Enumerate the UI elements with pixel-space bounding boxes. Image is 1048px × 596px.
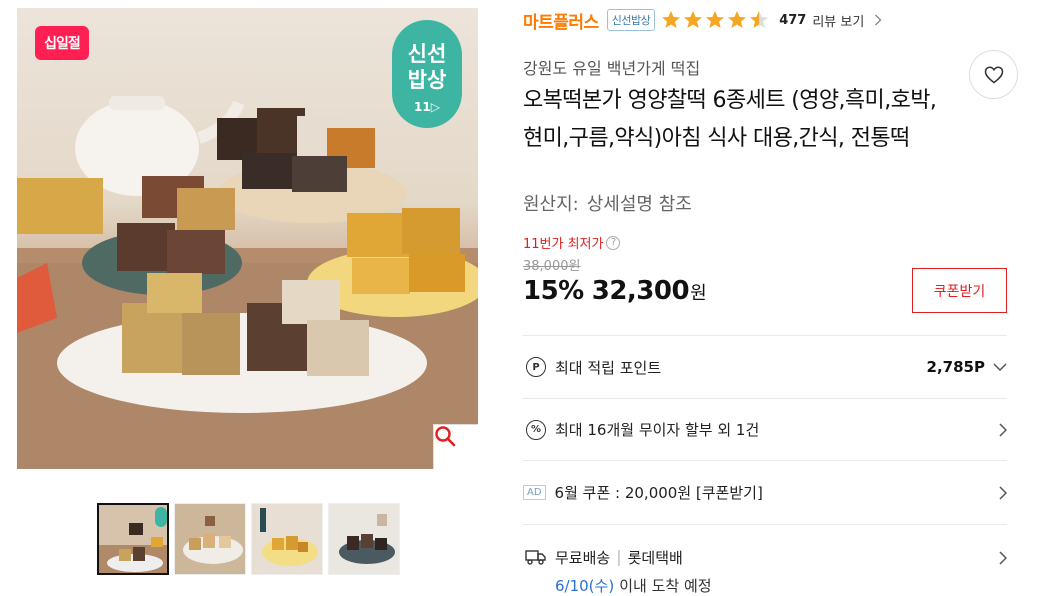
chevron-right-icon[interactable] [874,11,882,30]
thumbnail-2[interactable] [174,503,246,575]
origin-row: 원산지: 상세설명 참조 [523,190,692,216]
chevron-right-icon[interactable] [999,485,1007,500]
seller-tag: 신선밥상 [606,9,656,31]
ad-coupon-label: 6월 쿠폰 : 20,000원 [쿠폰받기] [554,484,763,502]
ad-coupon-right [999,485,1007,500]
points-value: 2,785P [926,358,985,376]
truck-icon [525,550,546,565]
price-unit: 원 [690,283,707,304]
thumbnail-image [99,505,167,573]
percent-icon: % [526,419,546,440]
price-row: 15% 32,300 원 [523,276,707,306]
thumbnail-strip [97,503,400,575]
coupon-download-button[interactable]: 쿠폰받기 [912,268,1007,313]
carrier-label: 롯데택배 [627,549,683,567]
installment-right [999,422,1007,437]
original-price: 38,000원 [523,259,581,274]
installment-label: 최대 16개월 무이자 할부 외 1건 [555,421,760,439]
discount-rate: 15% [523,276,584,306]
points-label: 최대 적립 포인트 [555,358,662,377]
thumbnail-1[interactable] [97,503,169,575]
product-title: 오복떡본가 영양찰떡 6종세트 (영양,흑미,호박,현미,구름,약식)아침 식사… [523,88,937,151]
points-right: 2,785P [927,358,1007,376]
review-link[interactable]: 리뷰 보기 [812,11,864,30]
lowest-price-label-row: 11번가 최저가 ? [523,233,621,252]
wishlist-button[interactable] [969,50,1018,99]
search-icon [435,426,456,447]
thumbnail-image [175,504,245,574]
thumbnail-image [329,504,399,574]
seller-name-link[interactable]: 마트플러스 [523,8,599,33]
ad-tag: AD [523,485,546,500]
heart-icon [984,65,1003,83]
review-count[interactable]: 477 [779,13,806,28]
star-rating-icon [662,11,769,28]
rating-stars [661,10,771,30]
chevron-right-icon[interactable] [999,551,1007,565]
point-icon: P [526,357,546,377]
sale-price: 32,300 [591,276,690,306]
separator: | [616,547,622,566]
origin-value: 상세설명 참조 [586,194,692,215]
thumbnail-3[interactable] [251,503,323,575]
zoom-button[interactable] [433,424,478,469]
thumbnail-image [252,504,322,574]
chevron-down-icon[interactable] [993,363,1007,371]
question-icon[interactable]: ? [606,235,621,250]
chevron-right-icon[interactable] [999,422,1007,437]
brand-badge: 신선 밥상 11▷ [392,20,462,128]
brand-badge-line3: 11▷ [414,100,440,114]
arrival-date: 6/10(수) [555,577,615,595]
lowest-price-label: 11번가 최저가 [523,237,604,252]
installment-row[interactable]: % 최대 16개월 무이자 할부 외 1건 [523,398,1007,460]
seller-row: 마트플러스 신선밥상 477 리뷰 보기 [523,8,882,33]
ad-coupon-row[interactable]: AD 6월 쿠폰 : 20,000원 [쿠폰받기] [523,460,1007,524]
shipping-label: 무료배송 [555,549,611,567]
delivery-date: 6/10(수) 이내 도착 예정 [555,575,712,596]
main-product-image[interactable]: 십일절 신선 밥상 11▷ [17,8,478,469]
sale-badge: 십일절 [35,26,89,60]
shop-name: 강원도 유일 백년가게 떡집 [523,59,701,78]
origin-label: 원산지: [523,194,579,215]
thumbnail-4[interactable] [328,503,400,575]
brand-badge-line2: 밥상 [407,68,447,92]
arrival-text: 이내 도착 예정 [619,577,712,595]
points-row[interactable]: P 최대 적립 포인트 2,785P [523,335,1007,398]
shipping-right [999,551,1007,565]
